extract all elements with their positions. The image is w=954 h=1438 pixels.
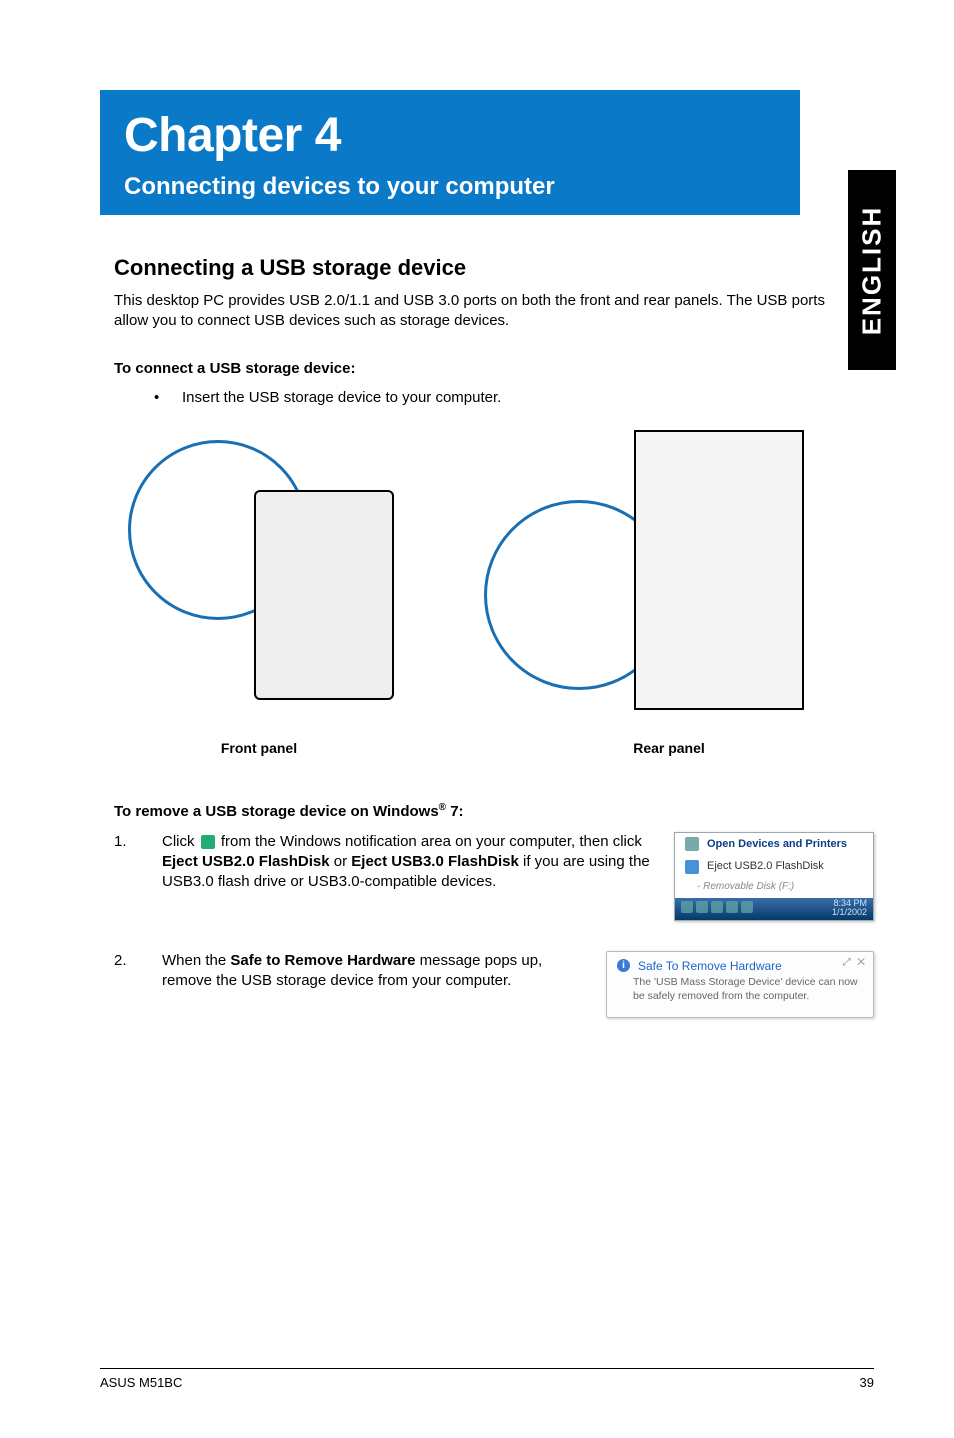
connect-heading: To connect a USB storage device:	[100, 360, 874, 377]
open-devices-and-printers[interactable]: Open Devices and Printers	[675, 833, 873, 856]
taskbar-clock: 8:34 PM 1/1/2002	[832, 899, 867, 917]
usb-drive-icon	[685, 860, 699, 874]
chapter-subtitle: Connecting devices to your computer	[124, 173, 776, 201]
step-1-body: Click from the Windows notification area…	[162, 832, 674, 921]
step-2-body: When the Safe to Remove Hardware message…	[162, 951, 606, 1018]
rear-panel-label: Rear panel	[464, 740, 814, 756]
language-side-tab: ENGLISH	[848, 170, 896, 370]
eject-usb-flashdisk[interactable]: Eject USB2.0 FlashDisk	[675, 855, 873, 878]
balloon-body: The 'USB Mass Storage Device' device can…	[615, 976, 865, 1003]
step-2-row: 2. When the Safe to Remove Hardware mess…	[100, 951, 874, 1018]
section-intro: This desktop PC provides USB 2.0/1.1 and…	[100, 291, 874, 332]
step-1-number: 1.	[114, 832, 162, 921]
language-label: ENGLISH	[857, 205, 888, 335]
info-icon: i	[617, 959, 630, 972]
balloon-close-button[interactable]: ⤢ ✕	[843, 956, 867, 970]
safe-remove-popup-screenshot: ⤢ ✕ i Safe To Remove Hardware The 'USB M…	[606, 951, 874, 1018]
bullet-text: Insert the USB storage device to your co…	[182, 389, 501, 406]
chapter-title: Chapter 4	[124, 108, 776, 163]
section-heading: Connecting a USB storage device	[100, 255, 874, 281]
system-tray-icons	[681, 901, 753, 913]
step-2-number: 2.	[114, 951, 162, 1018]
step-1-row: 1. Click from the Windows notification a…	[100, 832, 874, 921]
windows-taskbar: 8:34 PM 1/1/2002	[675, 898, 873, 920]
rear-pc-illustration	[634, 430, 804, 710]
footer-product: ASUS M51BC	[100, 1375, 182, 1390]
usb-diagram	[114, 430, 814, 730]
bullet-symbol: •	[154, 389, 182, 406]
eject-popup-screenshot: Open Devices and Printers Eject USB2.0 F…	[674, 832, 874, 921]
eject-popup: Open Devices and Printers Eject USB2.0 F…	[674, 832, 874, 921]
footer-page-number: 39	[860, 1375, 874, 1390]
safe-remove-balloon: ⤢ ✕ i Safe To Remove Hardware The 'USB M…	[606, 951, 874, 1018]
printer-icon	[685, 837, 699, 851]
balloon-title: i Safe To Remove Hardware	[615, 958, 865, 974]
page-footer: ASUS M51BC 39	[100, 1368, 874, 1390]
remove-heading: To remove a USB storage device on Window…	[100, 802, 874, 820]
removable-disk-entry[interactable]: - Removable Disk (F:)	[675, 878, 873, 898]
front-pc-illustration	[254, 490, 394, 700]
connect-bullet-row: • Insert the USB storage device to your …	[100, 389, 874, 406]
chapter-banner: Chapter 4 Connecting devices to your com…	[100, 90, 800, 215]
safely-remove-tray-icon	[201, 835, 215, 849]
front-panel-label: Front panel	[114, 740, 464, 756]
